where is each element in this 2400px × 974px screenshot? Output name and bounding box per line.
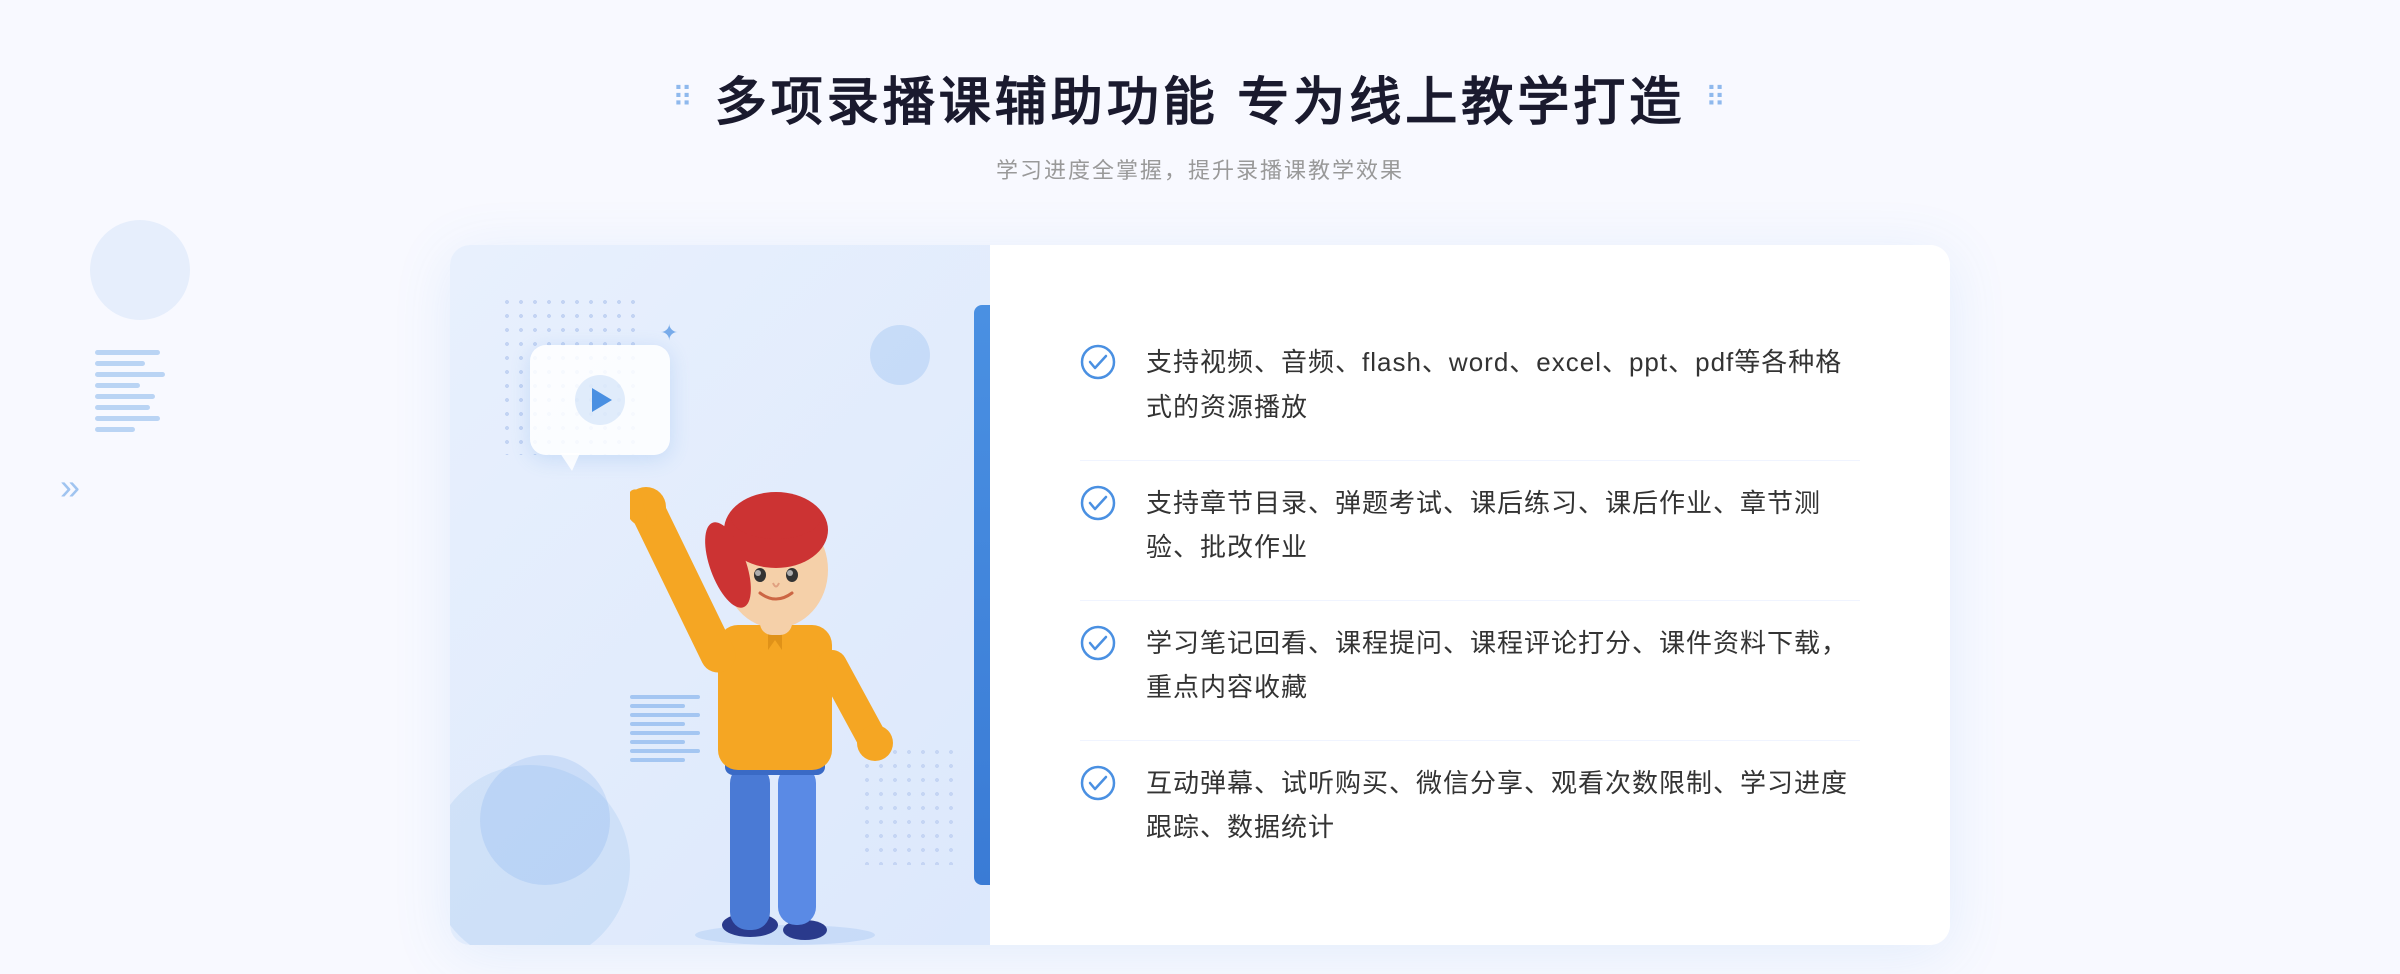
- header-dots-left-icon: ⠿: [672, 81, 695, 114]
- right-features-panel: 支持视频、音频、flash、word、excel、ppt、pdf等各种格式的资源…: [990, 245, 1950, 945]
- page-stripes-deco: [95, 350, 165, 432]
- check-icon-1: [1080, 344, 1116, 380]
- feature-item-4: 互动弹幕、试听购买、微信分享、观看次数限制、学习进度跟踪、数据统计: [1080, 740, 1860, 869]
- spark-icon: ✦: [660, 320, 678, 346]
- page-title: 多项录播课辅助功能 专为线上教学打造: [715, 60, 1685, 135]
- bubble-tail: [560, 453, 580, 471]
- play-icon-container: [575, 375, 625, 425]
- check-icon-2: [1080, 485, 1116, 521]
- feature-text-1: 支持视频、音频、flash、word、excel、ppt、pdf等各种格式的资源…: [1146, 340, 1860, 428]
- feature-text-2: 支持章节目录、弹题考试、课后练习、课后作业、章节测验、批改作业: [1146, 481, 1860, 569]
- left-illustration-panel: ✦: [450, 245, 990, 945]
- main-content-card: ✦: [450, 245, 1950, 945]
- page-wrapper: » ⠿ 多项录播课辅助功能 专为线上教学打造 ⠿ 学习进度全掌握，提升录播课教学…: [0, 0, 2400, 974]
- person-illustration: [630, 425, 930, 945]
- feature-item-1: 支持视频、音频、flash、word、excel、ppt、pdf等各种格式的资源…: [1080, 320, 1860, 448]
- play-triangle-icon: [592, 388, 612, 412]
- chevron-left-icon: »: [60, 466, 80, 508]
- header-dots-right-icon: ⠿: [1705, 81, 1728, 114]
- feature-item-2: 支持章节目录、弹题考试、课后练习、课后作业、章节测验、批改作业: [1080, 460, 1860, 589]
- blue-vertical-bar: [974, 305, 990, 885]
- feature-item-3: 学习笔记回看、课程提问、课程评论打分、课件资料下载，重点内容收藏: [1080, 600, 1860, 729]
- header-title-wrapper: ⠿ 多项录播课辅助功能 专为线上教学打造 ⠿: [672, 60, 1727, 135]
- header-subtitle: 学习进度全掌握，提升录播课教学效果: [672, 153, 1727, 185]
- feature-text-3: 学习笔记回看、课程提问、课程评论打分、课件资料下载，重点内容收藏: [1146, 621, 1860, 709]
- circle-medium: [480, 755, 610, 885]
- check-icon-3: [1080, 625, 1116, 661]
- header-section: ⠿ 多项录播课辅助功能 专为线上教学打造 ⠿ 学习进度全掌握，提升录播课教学效果: [672, 60, 1727, 185]
- check-icon-4: [1080, 765, 1116, 801]
- feature-text-4: 互动弹幕、试听购买、微信分享、观看次数限制、学习进度跟踪、数据统计: [1146, 761, 1860, 849]
- deco-circle-topleft: [90, 220, 190, 320]
- circle-small: [870, 325, 930, 385]
